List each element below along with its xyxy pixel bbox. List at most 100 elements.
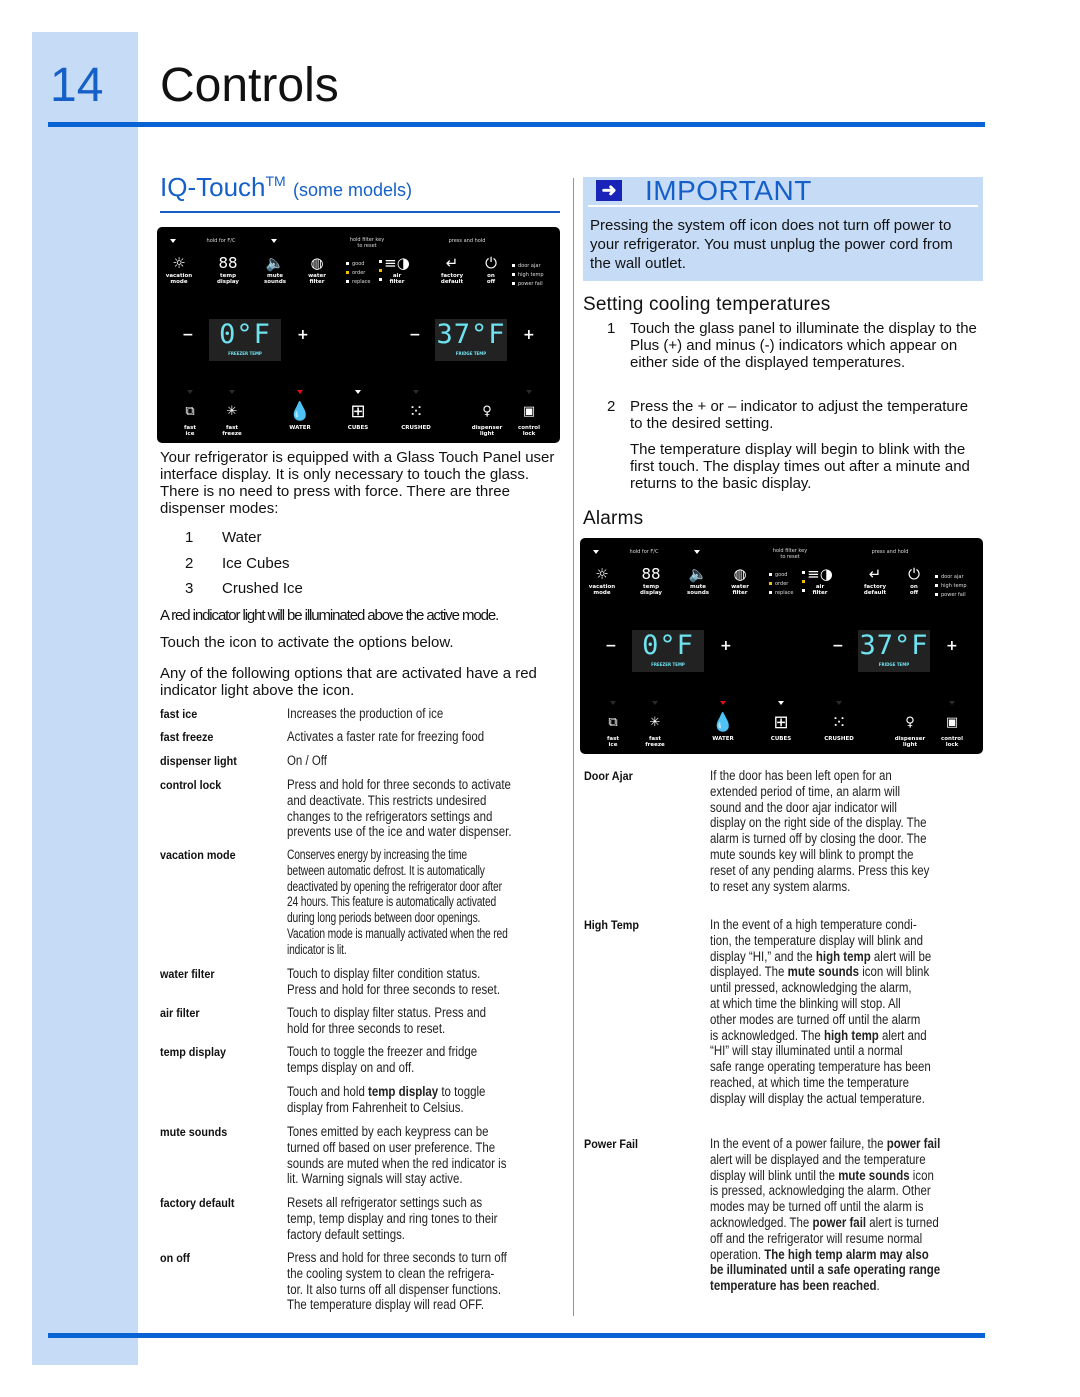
alarm-term: Power Fail (584, 1137, 639, 1151)
fast-freeze-button[interactable]: ✳ fast freeze (633, 701, 677, 748)
factory-default-label: factory default (440, 273, 464, 285)
crushed-button[interactable]: ⁙ CRUSHED (394, 390, 438, 431)
section-title-suffix: (some models) (292, 180, 412, 200)
freezer-temp-display: 0°F FREEZER TEMP (632, 630, 704, 672)
indicator-triangle (694, 550, 700, 554)
control-lock-button[interactable]: ▣ control lock (930, 701, 974, 748)
mode-label: Ice Cubes (222, 555, 290, 572)
crushed-ice-icon: ⁙ (408, 401, 424, 422)
option-description: Press and hold for three seconds to turn… (287, 1250, 507, 1313)
fast-ice-label: fast ice (606, 736, 619, 748)
water-filter-button[interactable]: ◍ water filter (299, 255, 335, 285)
fast-ice-button[interactable]: ⧉ fast ice (591, 701, 635, 748)
important-text: Pressing the system off icon does not tu… (590, 217, 953, 272)
step-number: 1 (607, 320, 616, 337)
option-description: Increases the production of ice (287, 706, 444, 721)
control-lock-button[interactable]: ▣ control lock (507, 390, 551, 437)
red-indicator-note: A red indicator light will be illuminate… (160, 607, 499, 624)
dispenser-light-button[interactable]: ♀ dispenser light (888, 701, 932, 748)
fridge-temp-label: FRIDGE TEMP (878, 662, 910, 667)
on-off-button[interactable]: ⏻ on off (896, 566, 932, 596)
filter-status-order: order (766, 580, 808, 588)
temp-display-button[interactable]: 88 temp display (210, 255, 246, 285)
factory-default-button[interactable]: ↵ factory default (434, 255, 470, 285)
indicator-triangle (413, 390, 419, 394)
intro-paragraph: Your refrigerator is equipped with a Gla… (160, 449, 555, 517)
speaker-icon: 🔈 (265, 254, 285, 272)
water-button[interactable]: 💧 WATER (701, 701, 745, 742)
control-lock-label: control lock (941, 736, 963, 748)
sun-icon: ☼ (172, 254, 186, 272)
step-text: Press the + or – indicator to adjust the… (630, 398, 969, 432)
alarms-heading: Alarms (583, 508, 644, 529)
freezer-minus-button[interactable]: − (182, 327, 194, 343)
option-term: dispenser light (160, 754, 237, 768)
cubes-button[interactable]: ⊞ CUBES (759, 701, 803, 742)
indicator-triangle (170, 239, 176, 243)
bottom-rule (48, 1333, 985, 1338)
option-term: water filter (160, 967, 215, 981)
freezer-temp-value: 0°F (642, 630, 694, 661)
indicator-triangle (949, 701, 955, 705)
ice-cubes-stack-icon: ⧉ (185, 404, 195, 419)
freezer-minus-button[interactable]: − (605, 638, 617, 654)
temp-display-label: temp display (639, 584, 663, 596)
option-term: on off (160, 1251, 190, 1265)
alert-high-temp: high temp (509, 271, 557, 279)
freezer-plus-button[interactable]: + (720, 638, 732, 654)
cubes-icon: ⊞ (773, 712, 789, 733)
fast-freeze-button[interactable]: ✳ fast freeze (210, 390, 254, 437)
cubes-button[interactable]: ⊞ CUBES (336, 390, 380, 431)
freezer-temp-display: 0°F FREEZER TEMP (209, 319, 281, 361)
power-icon: ⏻ (908, 565, 920, 583)
fridge-temp-value: 37°F (859, 630, 929, 661)
fridge-minus-button[interactable]: − (409, 327, 421, 343)
mute-sounds-button[interactable]: 🔈 mute sounds (257, 255, 293, 285)
chapter-number: 14 (50, 59, 104, 112)
vacation-mode-label: vacation mode (588, 584, 616, 596)
option-description: Activates a faster rate for freezing foo… (287, 729, 485, 744)
filter-status-replace: replace (343, 278, 385, 286)
section-title-text: IQ-Touch (160, 172, 266, 202)
option-term: air filter (160, 1006, 200, 1020)
on-off-button[interactable]: ⏻ on off (473, 255, 509, 285)
option-description: Touch to display filter status. Press an… (287, 1005, 487, 1036)
digits-icon: 88 (641, 565, 661, 583)
crushed-label: CRUSHED (824, 736, 854, 742)
mute-sounds-button[interactable]: 🔈 mute sounds (680, 566, 716, 596)
fridge-minus-button[interactable]: − (832, 638, 844, 654)
fridge-plus-button[interactable]: + (523, 327, 535, 343)
option-term: fast freeze (160, 730, 214, 744)
indicator-triangle (652, 701, 658, 705)
temp-display-button[interactable]: 88 temp display (633, 566, 669, 596)
step-text: Touch the glass panel to illuminate the … (630, 320, 977, 371)
dispenser-light-button[interactable]: ♀ dispenser light (465, 390, 509, 437)
snowflake-icon: ✳ (649, 715, 661, 730)
water-filter-icon: ◍ (733, 565, 747, 583)
alert-door-ajar: door ajar (509, 262, 557, 270)
mode-number: 3 (185, 580, 194, 597)
water-drop-icon: 💧 (711, 712, 735, 733)
option-description: Resets all refrigerator settings such as… (287, 1195, 498, 1242)
light-bulb-icon: ♀ (905, 715, 915, 730)
water-filter-button[interactable]: ◍ water filter (722, 566, 758, 596)
water-filter-label: water filter (731, 584, 749, 596)
cubes-label: CUBES (347, 425, 369, 431)
vacation-mode-button[interactable]: ☼ vacation mode (584, 566, 620, 596)
factory-default-button[interactable]: ↵ factory default (857, 566, 893, 596)
fast-ice-button[interactable]: ⧉ fast ice (168, 390, 212, 437)
control-panel-image: hold for F/C hold filter key to reset pres… (157, 227, 560, 443)
freezer-temp-value: 0°F (219, 319, 271, 350)
mode-number: 1 (185, 529, 194, 546)
fridge-plus-button[interactable]: + (946, 638, 958, 654)
hold-filter-hint: hold filter key to reset (349, 237, 385, 249)
filter-status-replace: replace (766, 589, 808, 597)
indicator-triangle (271, 239, 277, 243)
freezer-plus-button[interactable]: + (297, 327, 309, 343)
vacation-mode-button[interactable]: ☼ vacation mode (161, 255, 197, 285)
hold-fc-hint: hold for F/C (206, 238, 236, 244)
hold-fc-hint: hold for F/C (629, 549, 659, 555)
water-button[interactable]: 💧 WATER (278, 390, 322, 431)
crushed-button[interactable]: ⁙ CRUSHED (817, 701, 861, 742)
indicator-triangle (836, 701, 842, 705)
